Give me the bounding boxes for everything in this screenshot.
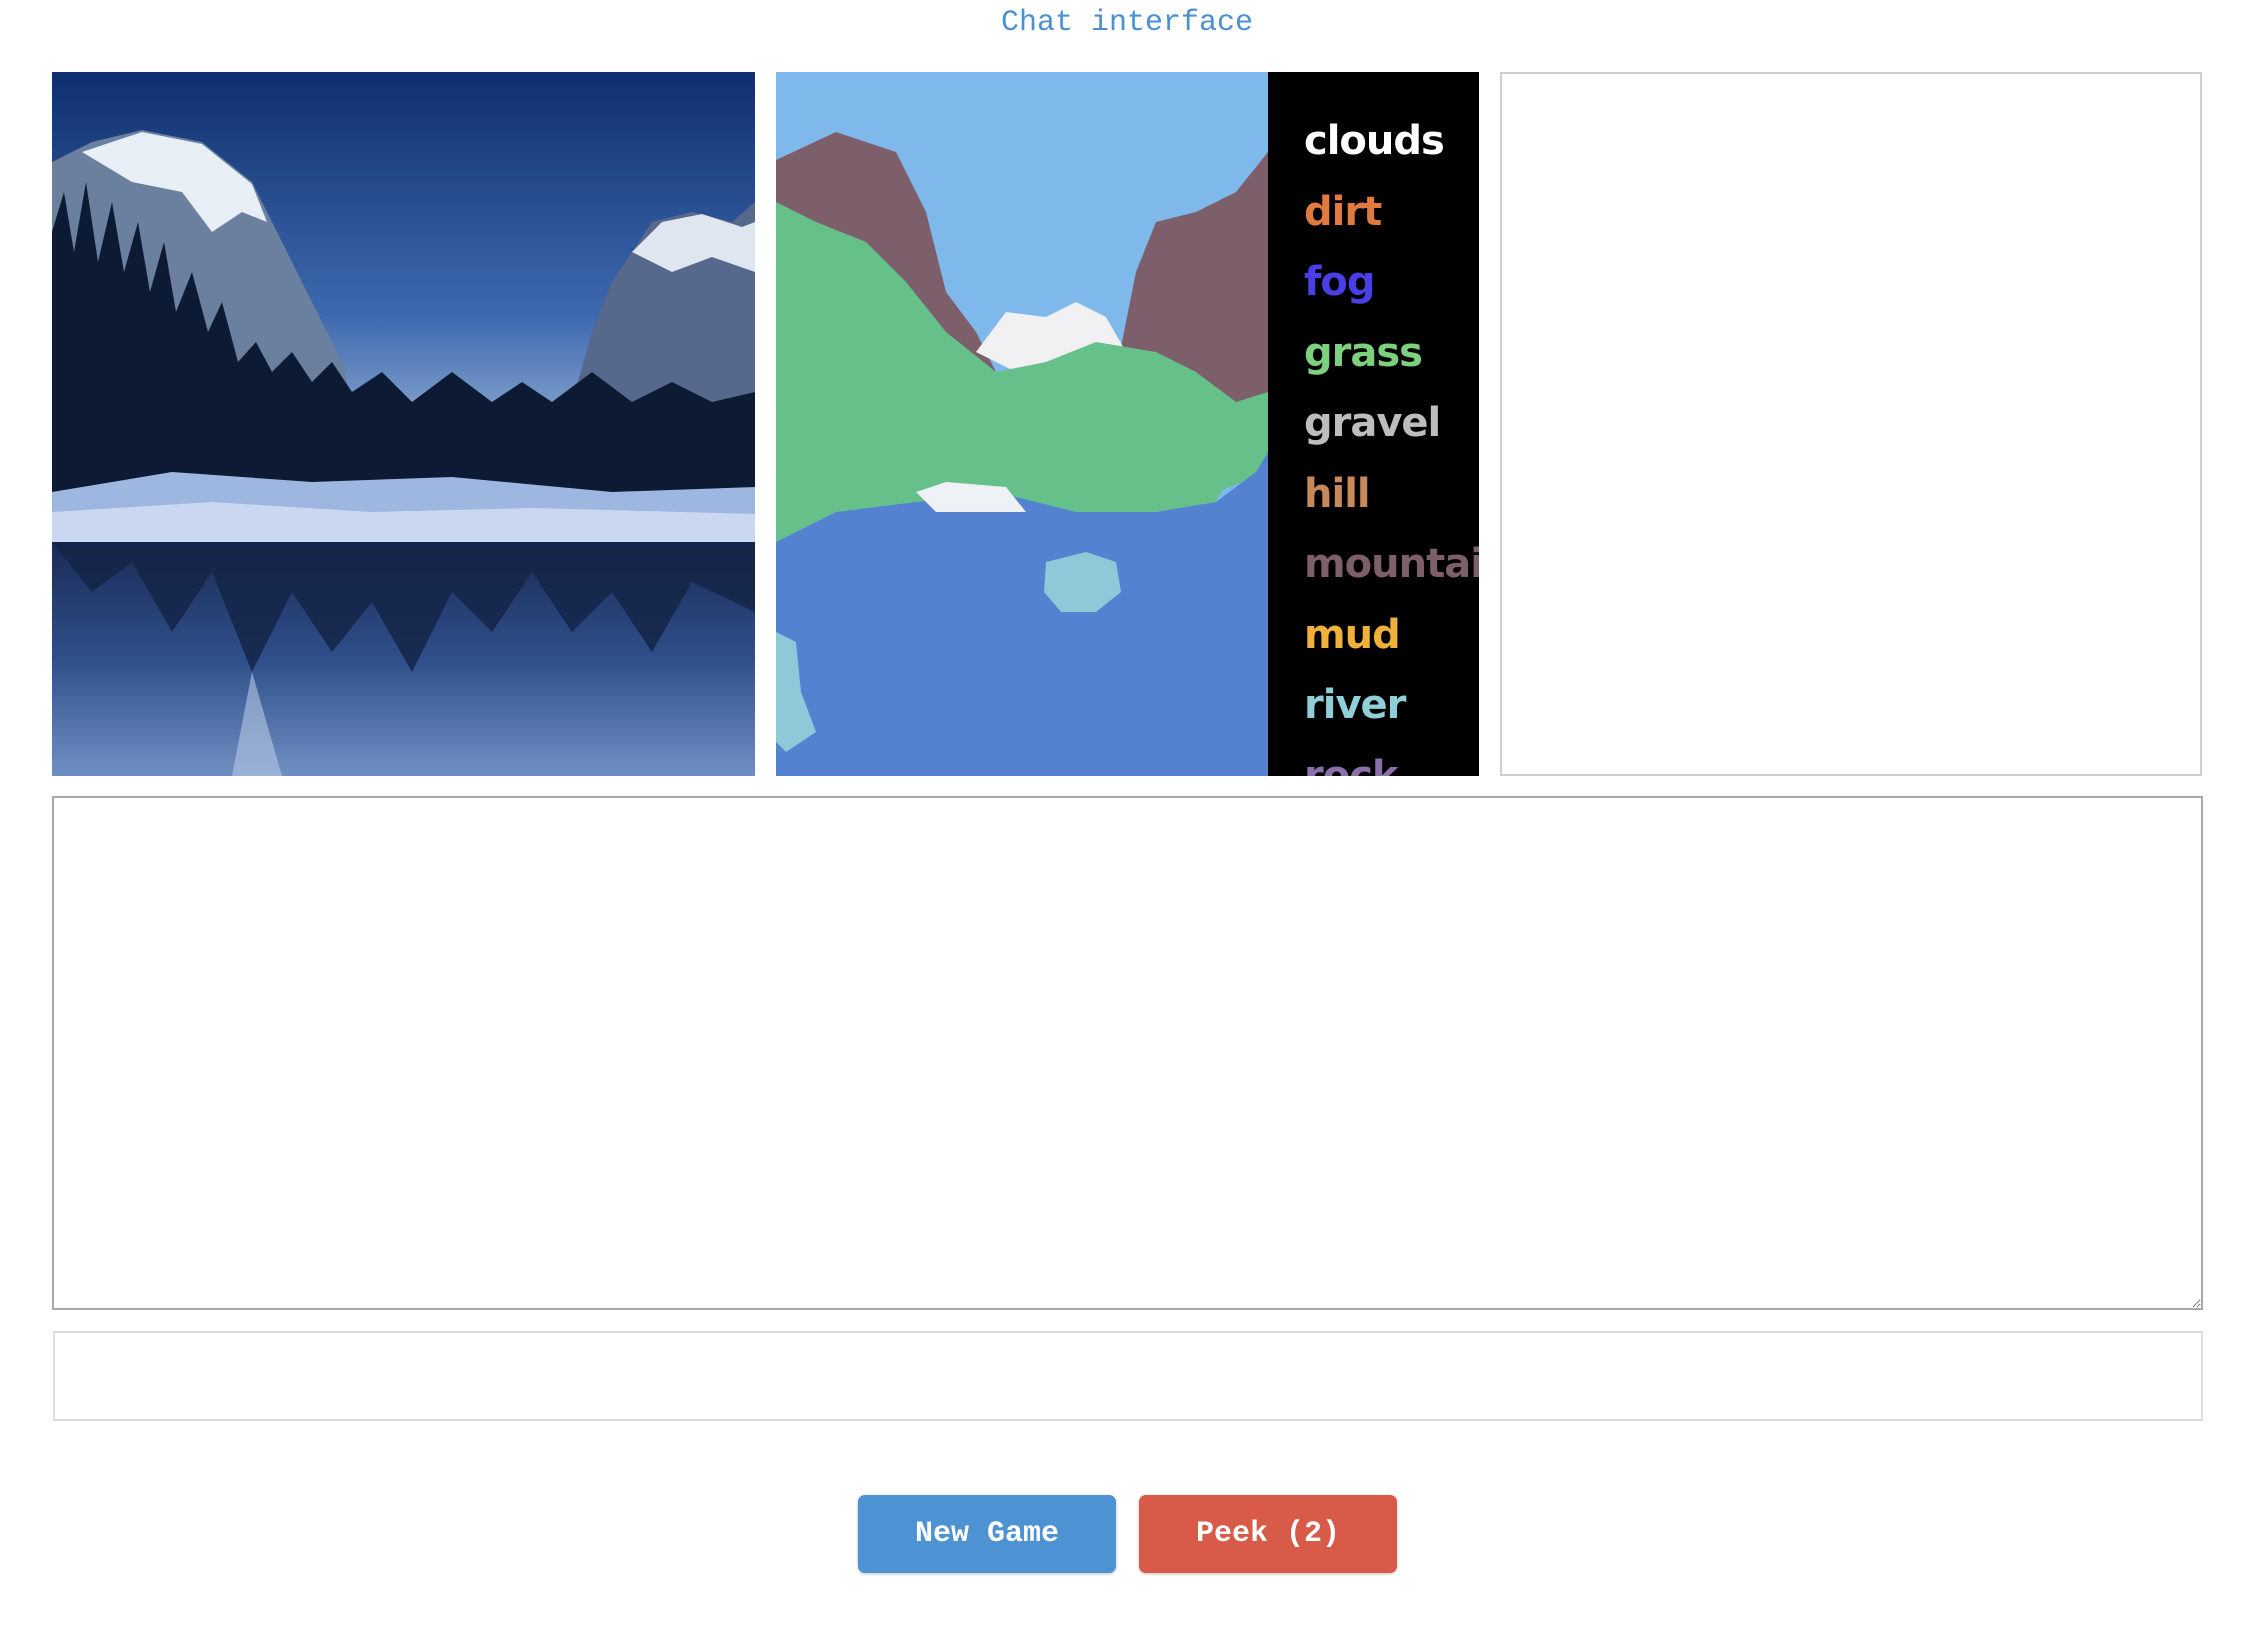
- legend-item-rock: rock: [1304, 752, 1399, 777]
- peek-button[interactable]: Peek (2): [1139, 1495, 1397, 1573]
- message-input[interactable]: [53, 1331, 2203, 1421]
- chat-log[interactable]: [52, 796, 2203, 1310]
- legend-item-mountain: mountain: [1304, 541, 1479, 587]
- legend-item-dirt: dirt: [1304, 188, 1382, 235]
- landscape-photo: [52, 72, 755, 776]
- legend-item-grass: grass: [1304, 329, 1423, 376]
- legend-item-clouds: clouds: [1304, 118, 1445, 164]
- legend-item-mud: mud: [1304, 611, 1401, 658]
- new-game-button[interactable]: New Game: [858, 1495, 1116, 1573]
- legend-item-fog: fog: [1304, 259, 1376, 305]
- segmentation-map: clouds dirt fog grass gravel hill mounta…: [776, 72, 1479, 776]
- legend-item-hill: hill: [1304, 470, 1371, 517]
- legend-item-gravel: gravel: [1304, 400, 1441, 446]
- segmentation-legend: clouds dirt fog grass gravel hill mounta…: [1268, 72, 1479, 776]
- page-title: Chat interface: [1000, 6, 1254, 40]
- output-canvas: [1500, 72, 2202, 776]
- legend-item-river: river: [1304, 682, 1406, 728]
